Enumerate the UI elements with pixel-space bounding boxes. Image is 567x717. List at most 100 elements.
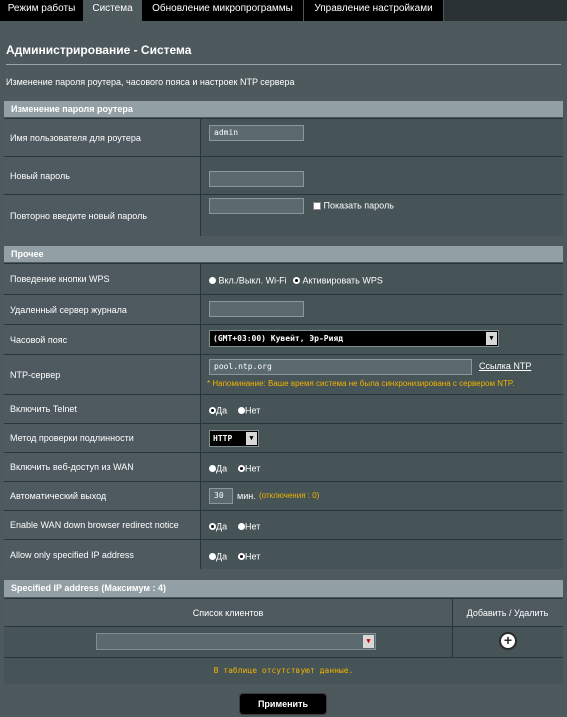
tab-system[interactable]: Система [84, 0, 142, 21]
autologout-note: (отключения : 0) [259, 491, 320, 500]
ntp-warning: * Напоминание: Ваше время система не был… [207, 379, 515, 388]
allow-ip-cell: Да Нет [200, 540, 563, 569]
username-input[interactable]: admin [209, 125, 304, 141]
wps-option-wifi[interactable]: Вкл./Выкл. Wi-Fi [209, 275, 287, 286]
telnet-yes[interactable]: Да [209, 405, 227, 416]
row-allow-ip: Allow only specified IP address Да Нет [4, 539, 563, 569]
row-wan-access: Включить веб-доступ из WAN Да Нет [4, 452, 563, 481]
ntp-label: NTP-сервер [4, 355, 200, 394]
row-timezone: Часовой пояс (GMT+03:00) Кувейт, Эр-Рияд… [4, 324, 563, 354]
row-auth: Метод проверки подлинности HTTP ▼ [4, 423, 563, 452]
chevron-down-icon[interactable]: ▼ [363, 635, 374, 648]
auth-cell: HTTP ▼ [200, 424, 563, 452]
chevron-down-icon[interactable]: ▼ [486, 332, 497, 345]
new-password-label: Новый пароль [4, 157, 200, 194]
radio-icon[interactable] [209, 277, 216, 285]
section-header-misc: Прочее [4, 246, 563, 262]
timezone-select[interactable]: (GMT+03:00) Кувейт, Эр-Рияд ▼ [209, 330, 499, 347]
yes-label: Да [216, 405, 228, 416]
new-password-cell [200, 157, 563, 194]
show-password-option[interactable]: Показать пароль [313, 200, 394, 211]
tab-settings-management[interactable]: Управление настройками [304, 0, 444, 21]
auth-select[interactable]: HTTP ▼ [209, 430, 259, 447]
no-label: Нет [245, 405, 261, 416]
auth-value: HTTP [213, 434, 233, 443]
divider [6, 64, 561, 65]
tab-operation-mode[interactable]: Режим работы [0, 0, 84, 21]
autologout-label: Автоматический выход [4, 482, 200, 510]
wps-option-wifi-label: Вкл./Выкл. Wi-Fi [218, 275, 287, 286]
show-password-checkbox[interactable] [313, 201, 321, 210]
log-server-cell [200, 295, 563, 324]
username-label: Имя пользователя для роутера [4, 119, 200, 156]
yes-label: Да [216, 463, 228, 474]
wan-redirect-label: Enable WAN down browser redirect notice [4, 511, 200, 539]
yes-label: Да [216, 521, 228, 532]
wan-redirect-cell: Да Нет [200, 511, 563, 539]
add-icon[interactable]: + [499, 632, 517, 650]
username-cell: admin [200, 119, 563, 156]
wan-access-cell: Да Нет [200, 453, 563, 481]
section-header-ip: Specified IP address (Максимум : 4) [4, 580, 563, 597]
timezone-label: Часовой пояс [4, 325, 200, 354]
telnet-label: Включить Telnet [4, 395, 200, 423]
auth-label: Метод проверки подлинности [4, 424, 200, 452]
wps-label: Поведение кнопки WPS [4, 264, 200, 294]
ip-add-row: ▼ + [4, 626, 563, 657]
log-server-input[interactable] [209, 301, 304, 317]
row-ntp: NTP-сервер pool.ntp.org Ссылка NTP * Нап… [4, 354, 563, 394]
row-telnet: Включить Telnet Да Нет [4, 394, 563, 423]
col-client-list: Список клиентов [4, 599, 453, 627]
row-username: Имя пользователя для роутера admin [4, 118, 563, 156]
radio-icon[interactable] [209, 553, 216, 561]
ntp-cell: pool.ntp.org Ссылка NTP * Напоминание: В… [200, 355, 563, 394]
allow-ip-no[interactable]: Нет [238, 551, 260, 562]
wan-access-no[interactable]: Нет [238, 463, 260, 474]
radio-icon[interactable] [238, 523, 245, 531]
wan-redirect-yes[interactable]: Да [209, 521, 227, 532]
wps-option-activate-label: Активировать WPS [302, 275, 383, 286]
row-wan-redirect: Enable WAN down browser redirect notice … [4, 510, 563, 539]
no-label: Нет [245, 521, 261, 532]
new-password-input[interactable] [209, 171, 304, 187]
wan-redirect-no[interactable]: Нет [238, 521, 260, 532]
telnet-cell: Да Нет [200, 395, 563, 423]
divider [452, 627, 453, 657]
col-add-delete: Добавить / Удалить [466, 608, 549, 618]
wps-cell: Вкл./Выкл. Wi-Fi Активировать WPS [200, 264, 563, 294]
repeat-password-cell: Показать пароль [200, 195, 563, 236]
row-autologout: Автоматический выход 30 мин. (отключения… [4, 481, 563, 510]
tab-firmware-upgrade[interactable]: Обновление микропрограммы [142, 0, 304, 21]
telnet-no[interactable]: Нет [238, 405, 260, 416]
row-wps: Поведение кнопки WPS Вкл./Выкл. Wi-Fi Ак… [4, 263, 563, 294]
autologout-unit: мин. [237, 491, 256, 501]
page-description: Изменение пароля роутера, часового пояса… [6, 77, 295, 87]
log-server-label: Удаленный сервер журнала [4, 295, 200, 324]
autologout-input[interactable]: 30 [209, 488, 233, 504]
radio-selected-icon[interactable] [293, 277, 300, 285]
row-repeat-password: Повторно введите новый пароль Показать п… [4, 194, 563, 236]
ntp-input[interactable]: pool.ntp.org [209, 359, 472, 375]
no-label: Нет [245, 551, 261, 562]
chevron-down-icon[interactable]: ▼ [246, 432, 257, 445]
radio-icon[interactable] [209, 465, 216, 473]
empty-table-message: В таблице отсутствуют данные. [4, 657, 563, 684]
radio-selected-icon[interactable] [238, 553, 245, 561]
repeat-password-input[interactable] [209, 198, 304, 214]
no-label: Нет [245, 463, 261, 474]
wan-access-yes[interactable]: Да [209, 463, 227, 474]
client-select[interactable]: ▼ [96, 633, 376, 650]
page-title: Администрирование - Система [6, 43, 192, 57]
section-header-password: Изменение пароля роутера [4, 101, 563, 117]
ntp-link[interactable]: Ссылка NTP [479, 361, 531, 371]
wps-option-activate[interactable]: Активировать WPS [293, 275, 383, 286]
yes-label: Да [216, 551, 228, 562]
radio-icon[interactable] [238, 407, 245, 415]
allow-ip-yes[interactable]: Да [209, 551, 227, 562]
ip-table-header: Список клиентов Добавить / Удалить [4, 598, 563, 627]
apply-button[interactable]: Применить [239, 693, 327, 715]
timezone-value: (GMT+03:00) Кувейт, Эр-Рияд [213, 334, 344, 343]
radio-selected-icon[interactable] [209, 407, 216, 415]
radio-selected-icon[interactable] [209, 523, 216, 531]
radio-selected-icon[interactable] [238, 465, 245, 473]
